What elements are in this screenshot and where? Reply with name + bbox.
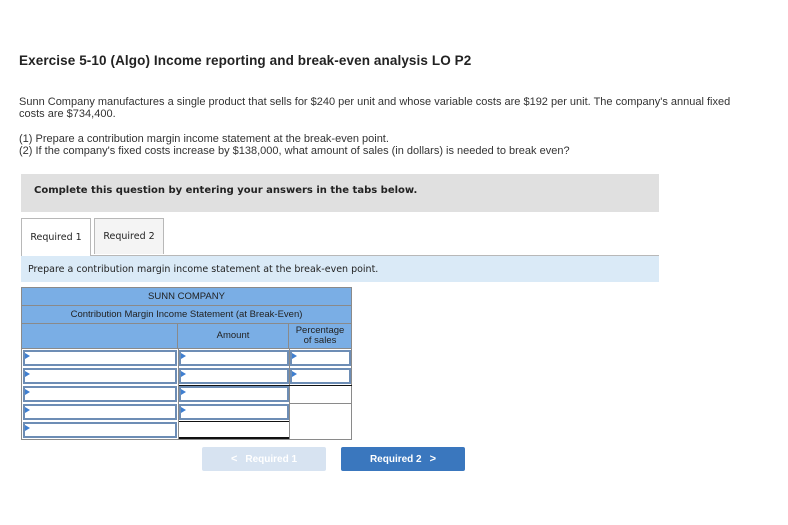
- banner-text: Complete this question by entering your …: [34, 185, 418, 196]
- next-button-label: Required 2: [369, 453, 422, 465]
- row-4-amount-input[interactable]: [179, 404, 289, 420]
- amount-column-header: Amount: [178, 324, 289, 348]
- double-underline: [179, 437, 289, 439]
- row-5-label-input[interactable]: [23, 422, 177, 438]
- row-5-amount-cell: [179, 422, 289, 437]
- statement-title-header: Contribution Margin Income Statement (at…: [21, 305, 352, 323]
- chevron-right-icon: >: [429, 453, 437, 465]
- statement-rows: [21, 348, 352, 440]
- row-1-label-input[interactable]: [23, 350, 177, 366]
- tab-instruction: Prepare a contribution margin income sta…: [21, 256, 659, 282]
- tab-required-1[interactable]: Required 1: [21, 218, 91, 256]
- next-required-button[interactable]: Required 2 >: [341, 447, 465, 471]
- instructions-banner: Complete this question by entering your …: [21, 174, 659, 212]
- percentage-header-line-2: of sales: [303, 335, 337, 346]
- exercise-questions: (1) Prepare a contribution margin income…: [19, 133, 739, 157]
- row-4-label-input[interactable]: [23, 404, 177, 420]
- row-1-percentage-input[interactable]: [290, 350, 351, 366]
- label-column-header: [22, 324, 178, 348]
- question-1: (1) Prepare a contribution margin income…: [19, 133, 389, 145]
- tab-required-2[interactable]: Required 2: [94, 218, 164, 254]
- row-1-amount-input[interactable]: [179, 350, 289, 366]
- instruction-text: Prepare a contribution margin income sta…: [28, 264, 379, 275]
- column-headers: Amount Percentage of sales: [21, 323, 352, 348]
- row-3-amount-input[interactable]: [179, 386, 289, 402]
- exercise-title: Exercise 5-10 (Algo) Income reporting an…: [19, 53, 472, 68]
- row-2-amount-input[interactable]: [179, 368, 289, 384]
- income-statement-table: SUNN COMPANY Contribution Margin Income …: [21, 287, 352, 440]
- exercise-description: Sunn Company manufactures a single produ…: [19, 96, 731, 120]
- row-2-label-input[interactable]: [23, 368, 177, 384]
- percentage-column-header: Percentage of sales: [289, 324, 351, 348]
- company-name-header: SUNN COMPANY: [21, 287, 352, 305]
- prev-button-label: Required 1: [245, 453, 298, 465]
- row-2-percentage-input[interactable]: [290, 368, 351, 384]
- row-3-label-input[interactable]: [23, 386, 177, 402]
- row-divider: [290, 403, 352, 404]
- question-2: (2) If the company's fixed costs increas…: [19, 145, 570, 157]
- prev-required-button[interactable]: < Required 1: [202, 447, 326, 471]
- chevron-left-icon: <: [230, 453, 238, 465]
